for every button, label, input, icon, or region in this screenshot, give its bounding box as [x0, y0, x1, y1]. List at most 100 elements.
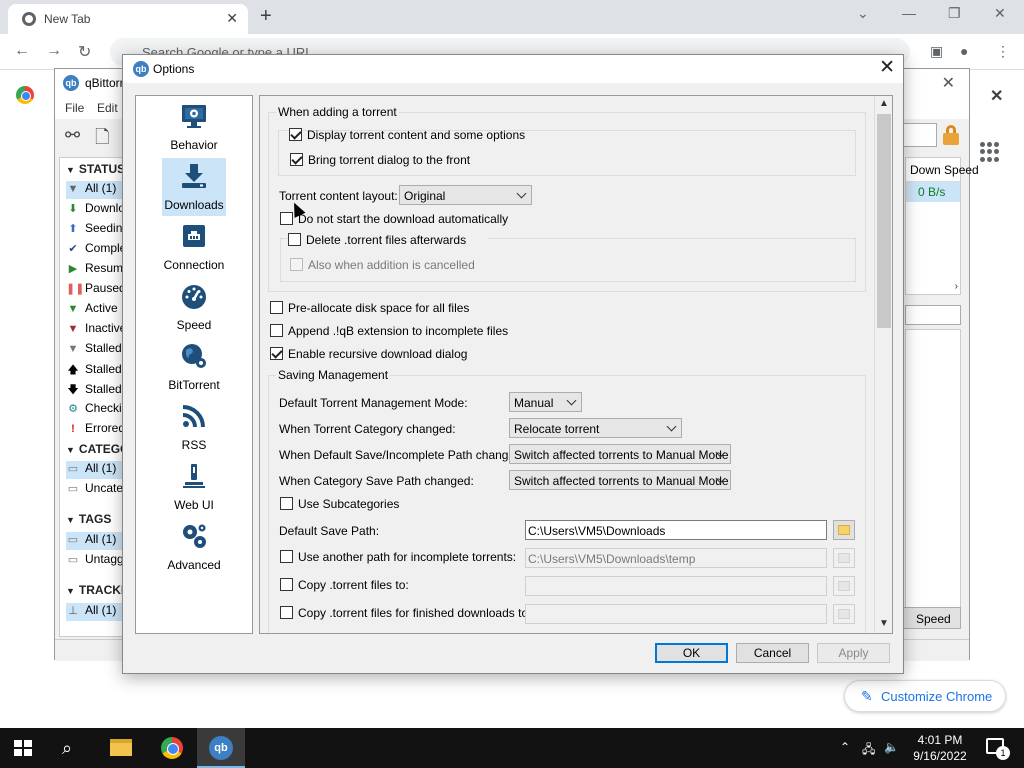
- category-speed[interactable]: Speed: [136, 278, 252, 338]
- back-arrow-icon[interactable]: ←: [14, 42, 30, 60]
- status-item-label: Downloading: [85, 201, 122, 215]
- checkbox-label: Use Subcategories: [298, 497, 400, 511]
- qbt-close-icon[interactable]: ✕: [942, 73, 955, 93]
- tab-close-icon[interactable]: ✕: [226, 10, 238, 27]
- menu-edit[interactable]: Edit: [97, 101, 118, 115]
- status-inactive[interactable]: ▼ Inactive: [66, 321, 122, 339]
- profile-avatar-icon[interactable]: ●: [960, 43, 968, 59]
- notification-center-icon[interactable]: 1: [986, 738, 1010, 760]
- status-errored[interactable]: ! Errored: [66, 421, 122, 439]
- taskbar-file-explorer[interactable]: [98, 728, 146, 768]
- tracker-all[interactable]: ⊥ All (1): [66, 603, 122, 621]
- checkbox-box: [270, 324, 283, 337]
- qbt-search-input[interactable]: [903, 123, 937, 147]
- status-all[interactable]: ▼ All (1): [66, 181, 122, 199]
- category-connection[interactable]: Connection: [136, 218, 252, 278]
- restore-button[interactable]: ❐: [948, 5, 961, 22]
- status-paused[interactable]: ❚❚Paused: [66, 281, 122, 299]
- category-rss[interactable]: RSS: [136, 398, 252, 458]
- category-all[interactable]: ▭ All (1): [66, 461, 122, 479]
- status-seeding[interactable]: ⬆Seeding: [66, 221, 122, 239]
- default-path-changed-label: When Default Save/Incomplete Path change…: [279, 448, 526, 462]
- status-stalled-downloading[interactable]: 🡇 Stalled: [66, 381, 122, 399]
- category-label: Behavior: [170, 138, 218, 152]
- status-section-header[interactable]: ▼ STATUS: [66, 162, 122, 176]
- save-path-browse-button[interactable]: [833, 520, 855, 540]
- category-uncategorized[interactable]: ▭Uncategorized: [66, 481, 122, 499]
- ok-button[interactable]: OK: [655, 643, 728, 663]
- menu-file[interactable]: File: [65, 101, 84, 115]
- status-resumed[interactable]: ▶Resumed: [66, 261, 122, 279]
- side-panel-icon[interactable]: ▣: [930, 43, 943, 60]
- customize-chrome-label: Customize Chrome: [881, 689, 993, 704]
- side-close-icon[interactable]: ✕: [990, 86, 1003, 106]
- cancel-button[interactable]: Cancel: [736, 643, 809, 663]
- tmm-select[interactable]: Manual: [509, 392, 582, 412]
- taskbar-qbittorrent[interactable]: qb: [197, 728, 245, 768]
- tags-section-header[interactable]: ▼ TAGS: [66, 512, 111, 526]
- checkbox-box: [288, 233, 301, 246]
- globe-gear-icon: [182, 344, 206, 368]
- network-icon[interactable]: 🖧: [862, 740, 875, 761]
- checkbox-box: [280, 578, 293, 591]
- delete-torrent-checkbox[interactable]: Delete .torrent files afterwards: [288, 232, 488, 248]
- category-changed-label: When Torrent Category changed:: [279, 422, 456, 436]
- category-behavior[interactable]: Behavior: [136, 98, 252, 158]
- category-path-changed-select[interactable]: Switch affected torrents to Manual Mode: [509, 470, 731, 490]
- speed-tab-button[interactable]: Speed: [901, 607, 961, 629]
- column-header-down-speed[interactable]: Down Speed: [906, 158, 979, 182]
- tag-untagged[interactable]: ▭Untagged: [66, 552, 122, 570]
- new-tab-button[interactable]: +: [260, 6, 272, 26]
- tray-chevron-icon[interactable]: ⌃: [840, 740, 850, 754]
- windows-start-icon[interactable]: [14, 740, 32, 756]
- status-active[interactable]: ▼ Active: [66, 301, 122, 319]
- tag-all[interactable]: ▭ All (1): [66, 532, 122, 550]
- save-path-value: C:\Users\VM5\Downloads: [528, 524, 666, 538]
- category-web-ui[interactable]: Web UI: [136, 458, 252, 518]
- save-path-input[interactable]: C:\Users\VM5\Downloads: [525, 520, 827, 540]
- menu-kebab-icon[interactable]: ⋮: [996, 43, 1010, 60]
- status-stalled-uploading[interactable]: 🡅 Stalled: [66, 361, 122, 379]
- categories-section-header[interactable]: ▼CATEGORIES: [66, 442, 122, 456]
- checkbox-label: Use another path for incomplete torrents…: [298, 550, 517, 564]
- tab-search-chevron-icon[interactable]: ⌄: [857, 5, 869, 22]
- volume-icon[interactable]: 🔈: [884, 740, 899, 754]
- category-changed-select[interactable]: Relocate torrent: [509, 418, 682, 438]
- category-downloads[interactable]: Downloads: [136, 158, 252, 218]
- add-torrent-link-icon[interactable]: ⚯: [65, 125, 80, 146]
- network-port-icon: [183, 225, 205, 247]
- chrome-logo-icon: [16, 86, 34, 104]
- status-item-label: Completed: [85, 241, 122, 255]
- scroll-right-arrow-icon[interactable]: ›: [955, 281, 958, 292]
- scroll-up-arrow-icon[interactable]: ▲: [879, 98, 889, 109]
- status-completed[interactable]: ✔Completed: [66, 241, 122, 259]
- qbt-filter-input[interactable]: [905, 305, 961, 325]
- taskbar-chrome[interactable]: [148, 728, 196, 768]
- torrent-row[interactable]: 0 B/s: [906, 182, 960, 202]
- category-bittorrent[interactable]: BitTorrent: [136, 338, 252, 398]
- tab-new-tab[interactable]: New Tab ✕: [8, 4, 248, 34]
- window-close-button[interactable]: ✕: [994, 5, 1006, 22]
- status-checking[interactable]: ⚙Checking: [66, 401, 122, 419]
- category-advanced[interactable]: Advanced: [136, 518, 252, 578]
- default-path-changed-select[interactable]: Switch affected torrents to Manual Mode: [509, 444, 731, 464]
- customize-chrome-button[interactable]: ✎ Customize Chrome: [844, 680, 1006, 712]
- dialog-close-icon[interactable]: ✕: [879, 57, 895, 79]
- scrollbar-thumb[interactable]: [877, 114, 891, 328]
- search-icon[interactable]: ⌕: [62, 738, 72, 759]
- content-layout-select[interactable]: Original: [399, 185, 532, 205]
- forward-arrow-icon[interactable]: →: [46, 42, 62, 60]
- google-apps-icon[interactable]: [980, 142, 1000, 162]
- status-stalled[interactable]: ▼ Stalled: [66, 341, 122, 359]
- chrome-icon: [161, 737, 183, 759]
- add-torrent-file-icon[interactable]: 🗋: [95, 125, 109, 155]
- status-downloading[interactable]: ⬇Downloading: [66, 201, 122, 219]
- pencil-icon: ✎: [861, 688, 873, 704]
- lock-icon[interactable]: [943, 125, 959, 145]
- taskbar-clock[interactable]: 4:01 PM 9/16/2022: [905, 732, 975, 764]
- minimize-button[interactable]: —: [902, 5, 916, 21]
- reload-icon[interactable]: ↻: [78, 42, 91, 62]
- scroll-down-arrow-icon[interactable]: ▼: [879, 618, 889, 629]
- trackers-section-header[interactable]: ▼TRACKERS: [66, 583, 122, 597]
- settings-scrollbar[interactable]: ▲ ▼: [874, 96, 892, 633]
